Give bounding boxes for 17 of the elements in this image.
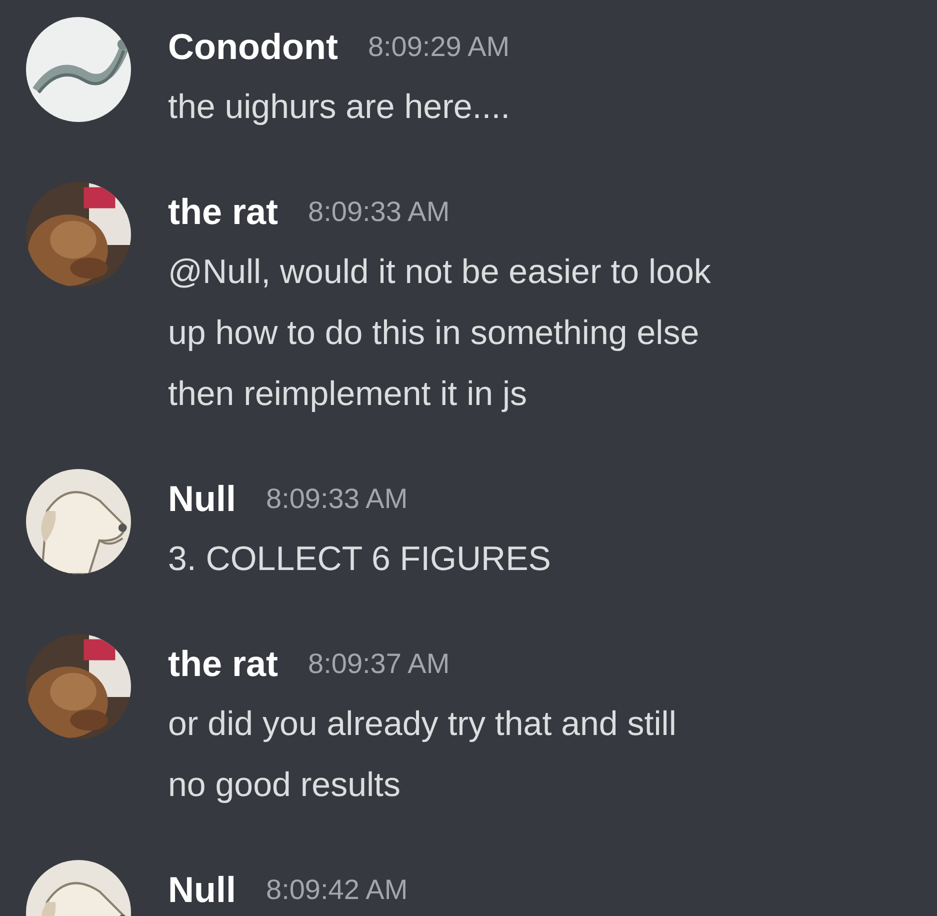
timestamp: 8:09:33 AM xyxy=(266,483,408,515)
username[interactable]: the rat xyxy=(168,191,278,233)
message-text: 3. COLLECT 6 FIGURES xyxy=(168,539,551,580)
message-text: @Null, would it not be easier to look xyxy=(168,252,711,293)
message-text: then reimplement it in js xyxy=(168,374,528,415)
message-text: the uighurs are here.... xyxy=(168,87,510,128)
timestamp: 8:09:29 AM xyxy=(368,31,510,63)
message-text: no good results xyxy=(168,765,402,806)
username[interactable]: Conodont xyxy=(168,26,338,68)
username[interactable]: Null xyxy=(168,478,236,520)
timestamp: 8:09:37 AM xyxy=(308,648,450,680)
username[interactable]: the rat xyxy=(168,643,278,685)
message-text: or did you already try that and still xyxy=(168,704,676,745)
username[interactable]: Null xyxy=(168,869,236,911)
timestamp: 8:09:33 AM xyxy=(308,196,450,228)
timestamp: 8:09:42 AM xyxy=(266,874,408,906)
message-text: up how to do this in something else xyxy=(168,313,700,354)
